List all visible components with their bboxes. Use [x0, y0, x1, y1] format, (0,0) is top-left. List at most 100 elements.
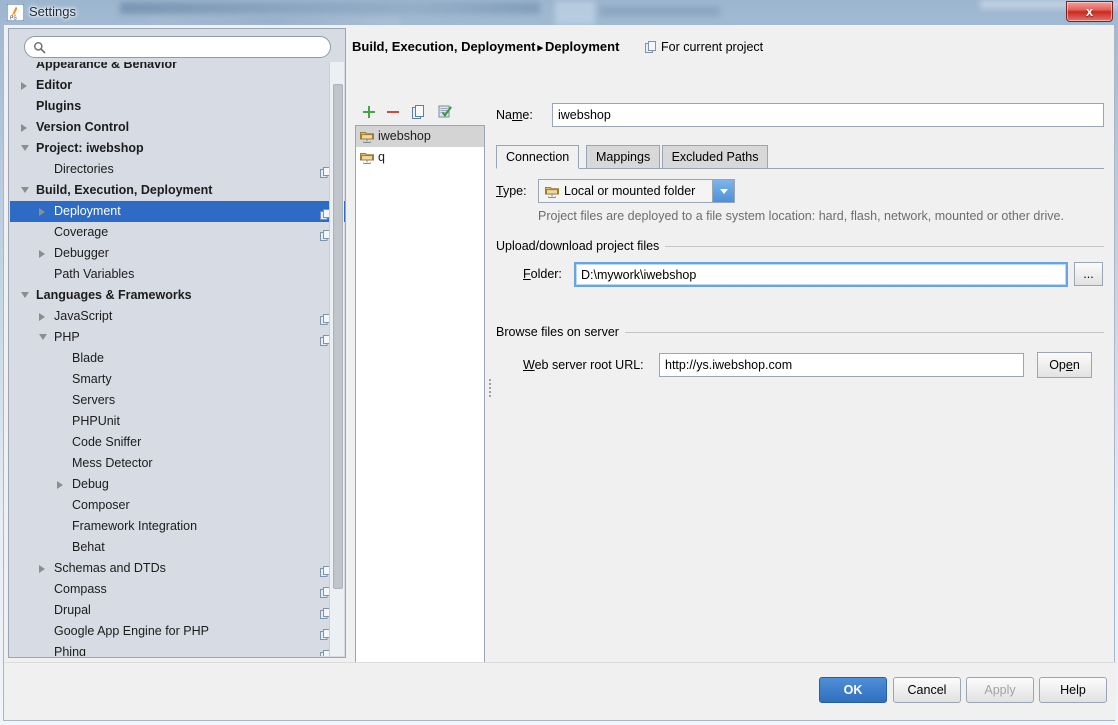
sidebar-item-google-app-engine-for-php[interactable]: Google App Engine for PHP	[10, 621, 345, 642]
sidebar-item-directories[interactable]: Directories	[10, 159, 345, 180]
sidebar-item-label: Drupal	[54, 600, 91, 621]
phpstorm-icon: PS	[7, 4, 24, 21]
tab-excluded-paths[interactable]: Excluded Paths	[662, 145, 769, 169]
sidebar-item-label: Compass	[54, 579, 107, 600]
local-folder-server-icon	[360, 130, 374, 144]
sidebar-item-phing[interactable]: Phing	[10, 642, 345, 656]
sidebar-item-code-sniffer[interactable]: Code Sniffer	[10, 432, 345, 453]
ok-button[interactable]: OK	[819, 677, 887, 703]
chevron-right-icon[interactable]	[18, 117, 32, 138]
sidebar-item-label: Directories	[54, 159, 114, 180]
sidebar-item-label: Schemas and DTDs	[54, 558, 166, 579]
sidebar-item-smarty[interactable]: Smarty	[10, 369, 345, 390]
sidebar-item-php[interactable]: PHP	[10, 327, 345, 348]
sidebar-item-label: Mess Detector	[72, 453, 153, 474]
sidebar-item-project-iwebshop[interactable]: Project: iwebshop	[10, 138, 345, 159]
search-input[interactable]	[51, 39, 323, 56]
sidebar-item-composer[interactable]: Composer	[10, 495, 345, 516]
sidebar-item-phpunit[interactable]: PHPUnit	[10, 411, 345, 432]
url-input[interactable]	[659, 353, 1024, 377]
connection-tabs: Connection MappingsExcluded Paths	[496, 145, 1104, 169]
window-background-bleed	[150, 18, 400, 25]
sidebar-item-label: Build, Execution, Deployment	[36, 180, 212, 201]
sidebar-item-build-execution-deployment[interactable]: Build, Execution, Deployment	[10, 180, 345, 201]
chevron-down-icon[interactable]	[18, 285, 32, 306]
tab-connection[interactable]: Connection	[496, 145, 579, 169]
tree-scrollbar-thumb[interactable]	[333, 84, 343, 589]
sidebar-item-label: Deployment	[54, 201, 121, 222]
sidebar-item-label: Debugger	[54, 243, 109, 264]
sidebar-item-languages-frameworks[interactable]: Languages & Frameworks	[10, 285, 345, 306]
sidebar-item-deployment[interactable]: Deployment	[10, 201, 345, 222]
sidebar-item-javascript[interactable]: JavaScript	[10, 306, 345, 327]
chevron-down-icon[interactable]	[712, 180, 734, 202]
browse-group-title: Browse files on server	[496, 325, 625, 339]
type-label: Type:	[496, 184, 527, 198]
sidebar-item-path-variables[interactable]: Path Variables	[10, 264, 345, 285]
search-box[interactable]	[24, 36, 331, 58]
server-list[interactable]: iwebshop q	[355, 125, 485, 676]
chevron-right-icon[interactable]	[36, 243, 50, 264]
open-url-button[interactable]: Open	[1037, 352, 1092, 378]
folder-input[interactable]	[574, 262, 1068, 287]
sidebar-item-debugger[interactable]: Debugger	[10, 243, 345, 264]
close-button[interactable]: x	[1066, 1, 1113, 22]
set-default-server-button[interactable]	[434, 101, 458, 123]
sidebar-item-version-control[interactable]: Version Control	[10, 117, 345, 138]
sidebar-item-label: Framework Integration	[72, 516, 197, 537]
server-list-item-label: iwebshop	[378, 129, 431, 143]
sidebar-item-appearance-behavior[interactable]: Appearance & Behavior	[10, 62, 345, 75]
chevron-down-icon[interactable]	[18, 138, 32, 159]
browse-group-divider	[606, 332, 1104, 333]
sidebar-item-label: PHPUnit	[72, 411, 120, 432]
connection-type-select[interactable]: Local or mounted folder	[538, 179, 735, 203]
sidebar-item-compass[interactable]: Compass	[10, 579, 345, 600]
tree-scrollbar-track[interactable]	[329, 62, 344, 656]
connection-type-description: Project files are deployed to a file sys…	[538, 209, 1064, 223]
sidebar-item-drupal[interactable]: Drupal	[10, 600, 345, 621]
sidebar-item-mess-detector[interactable]: Mess Detector	[10, 453, 345, 474]
sidebar-item-framework-integration[interactable]: Framework Integration	[10, 516, 345, 537]
chevron-right-icon[interactable]	[18, 75, 32, 96]
remove-server-button[interactable]	[382, 101, 406, 123]
sidebar-item-debug[interactable]: Debug	[10, 474, 345, 495]
server-list-item[interactable]: q	[356, 147, 484, 168]
scope-indicator: For current project	[645, 40, 763, 54]
server-list-item-label: q	[378, 147, 385, 168]
folder-browse-button[interactable]: ...	[1074, 262, 1103, 286]
cancel-button[interactable]: Cancel	[893, 677, 961, 703]
name-input[interactable]	[552, 103, 1104, 127]
sidebar-item-editor[interactable]: Editor	[10, 75, 345, 96]
window-background-bleed	[600, 6, 720, 16]
add-server-button[interactable]	[358, 101, 382, 123]
local-folder-server-icon	[545, 185, 559, 199]
sidebar-item-coverage[interactable]: Coverage	[10, 222, 345, 243]
copy-server-button[interactable]	[408, 101, 432, 123]
sidebar-item-servers[interactable]: Servers	[10, 390, 345, 411]
help-button[interactable]: Help	[1039, 677, 1107, 703]
chevron-down-icon[interactable]	[18, 180, 32, 201]
chevron-right-icon[interactable]	[36, 558, 50, 579]
tab-mappings[interactable]: Mappings	[586, 145, 660, 169]
breadcrumb-parent: Build, Execution, Deployment	[352, 39, 535, 54]
sidebar-item-label: Path Variables	[54, 264, 134, 285]
close-icon: x	[1067, 2, 1112, 21]
apply-button[interactable]: Apply	[966, 677, 1034, 703]
sidebar-item-label: Editor	[36, 75, 72, 96]
sidebar-item-label: Smarty	[72, 369, 112, 390]
chevron-down-icon[interactable]	[36, 327, 50, 348]
window-title: Settings	[29, 4, 76, 19]
chevron-right-icon[interactable]	[54, 474, 68, 495]
sidebar-item-blade[interactable]: Blade	[10, 348, 345, 369]
sidebar-item-schemas-and-dtds[interactable]: Schemas and DTDs	[10, 558, 345, 579]
chevron-right-icon[interactable]	[36, 201, 50, 222]
sidebar-item-label: Languages & Frameworks	[36, 285, 192, 306]
copy-settings-icon	[645, 41, 657, 53]
server-list-item[interactable]: iwebshop	[356, 126, 484, 147]
tabs-underline	[496, 168, 1104, 169]
pane-splitter-handle[interactable]	[487, 377, 492, 403]
sidebar-item-plugins[interactable]: Plugins	[10, 96, 345, 117]
sidebar-item-behat[interactable]: Behat	[10, 537, 345, 558]
chevron-right-icon[interactable]	[36, 306, 50, 327]
sidebar-item-label: Coverage	[54, 222, 108, 243]
